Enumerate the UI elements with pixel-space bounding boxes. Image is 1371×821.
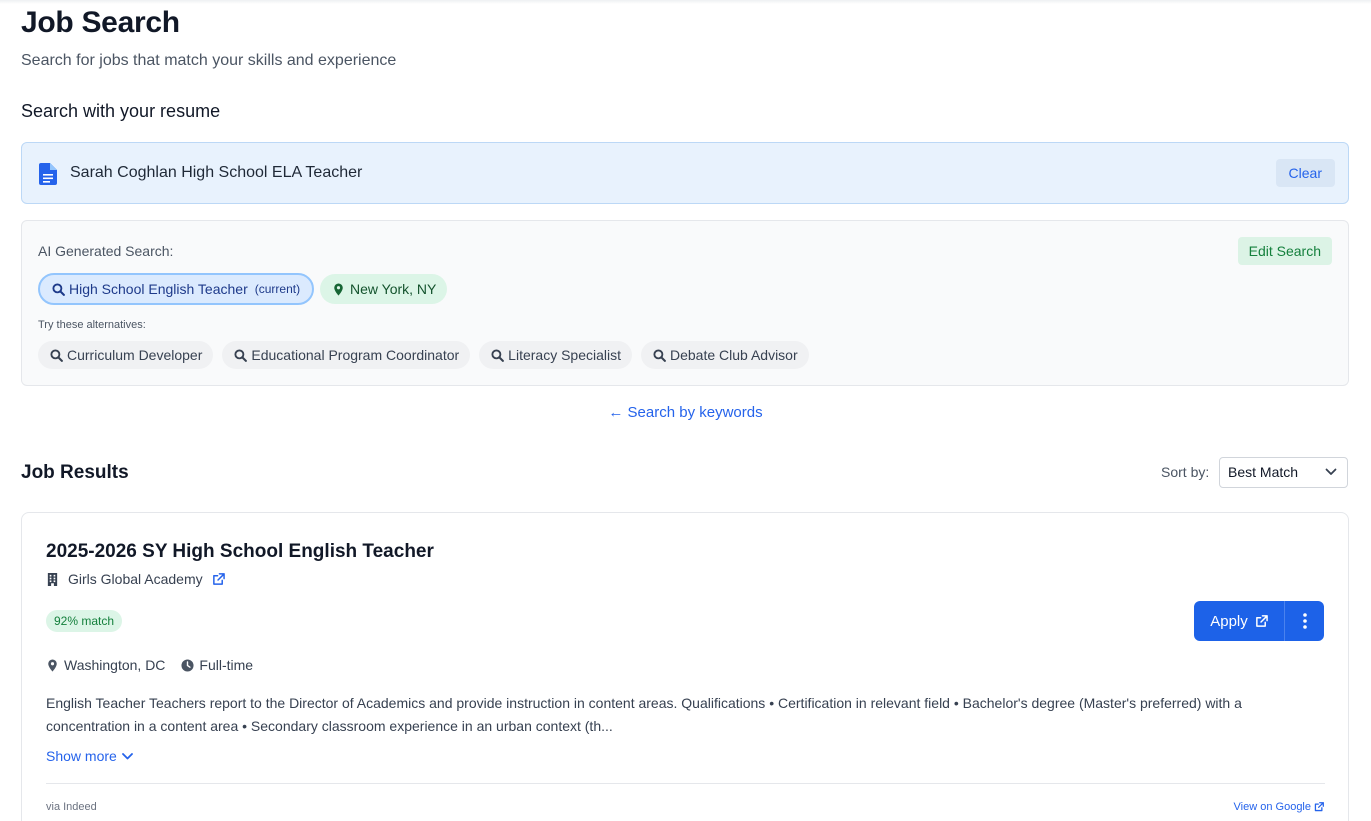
search-by-keywords-text[interactable]: ← Search by keywords xyxy=(608,404,762,421)
current-query-text: High School English Teacher xyxy=(69,281,248,297)
more-options-button[interactable] xyxy=(1284,601,1324,641)
search-by-keywords-link[interactable]: ← Search by keywords xyxy=(0,404,1371,421)
job-type-text: Full-time xyxy=(199,657,254,673)
apply-button[interactable]: Apply xyxy=(1194,601,1284,641)
alternative-chip[interactable]: Debate Club Advisor xyxy=(641,341,809,369)
alternatives-list: Curriculum Developer Educational Program… xyxy=(38,341,809,369)
chevron-down-icon xyxy=(121,752,133,759)
current-tag: (current) xyxy=(254,282,301,296)
job-location: Washington, DC xyxy=(46,657,165,673)
resume-name: Sarah Coghlan High School ELA Teacher xyxy=(70,164,363,181)
resume-section-heading: Search with your resume xyxy=(21,101,221,121)
alternative-label: Literacy Specialist xyxy=(508,347,621,363)
apply-label: Apply xyxy=(1210,612,1248,630)
job-location-text: Washington, DC xyxy=(64,657,166,673)
resume-card: Sarah Coghlan High School ELA Teacher Cl… xyxy=(21,142,1349,204)
alternative-chip[interactable]: Educational Program Coordinator xyxy=(222,341,471,369)
external-link-icon[interactable] xyxy=(212,572,225,586)
chevron-down-icon xyxy=(1325,468,1337,475)
building-icon xyxy=(47,572,58,586)
sort-label: Sort by: xyxy=(1161,464,1210,480)
clear-button[interactable]: Clear xyxy=(1275,159,1335,187)
job-meta-row: Washington, DC Full-time xyxy=(46,657,253,673)
page-title: Job Search xyxy=(21,6,180,39)
search-icon xyxy=(653,348,666,362)
company-name: Girls Global Academy xyxy=(68,571,203,587)
view-on-google-link[interactable]: View on Google xyxy=(1234,801,1324,813)
search-icon xyxy=(491,348,505,362)
search-icon xyxy=(52,282,65,296)
alternative-label: Debate Club Advisor xyxy=(670,347,798,363)
job-type: Full-time xyxy=(181,657,253,673)
more-vertical-icon xyxy=(1302,613,1307,629)
search-icon xyxy=(50,348,63,362)
alternative-label: Educational Program Coordinator xyxy=(251,347,460,363)
company-row: Girls Global Academy xyxy=(46,571,225,587)
alternative-chip[interactable]: Literacy Specialist xyxy=(479,341,632,369)
alternative-label: Curriculum Developer xyxy=(67,347,203,363)
current-query-chip[interactable]: High School English Teacher (current) xyxy=(38,273,315,305)
view-on-google-label: View on Google xyxy=(1233,801,1311,813)
document-icon xyxy=(39,163,57,185)
map-pin-icon xyxy=(334,282,343,296)
search-icon xyxy=(234,348,248,362)
location-text: New York, NY xyxy=(350,281,437,297)
show-more-label: Show more xyxy=(46,748,117,764)
job-description: English Teacher Teachers report to the D… xyxy=(46,695,1242,734)
job-card: 2025-2026 SY High School English Teacher… xyxy=(21,512,1349,821)
sort-select[interactable]: Best Match xyxy=(1219,457,1348,488)
external-link-icon xyxy=(1255,614,1268,627)
edit-search-button[interactable]: Edit Search xyxy=(1237,237,1332,265)
clock-icon xyxy=(181,658,194,672)
job-results-heading: Job Results xyxy=(21,462,129,483)
page-subtitle: Search for jobs that match your skills a… xyxy=(21,52,397,69)
alternatives-label: Try these alternatives: xyxy=(38,319,146,331)
location-chip[interactable]: New York, NY xyxy=(320,274,448,304)
top-shadow xyxy=(0,0,1371,4)
map-pin-icon xyxy=(48,658,57,672)
sort-value: Best Match xyxy=(1228,464,1299,480)
ai-search-label: AI Generated Search: xyxy=(38,243,174,259)
card-divider xyxy=(46,783,1325,784)
show-more-button[interactable]: Show more xyxy=(46,748,133,764)
external-link-icon xyxy=(1314,802,1324,812)
apply-button-group: Apply xyxy=(1194,601,1324,641)
alternative-chip[interactable]: Curriculum Developer xyxy=(38,341,214,369)
ai-search-panel: AI Generated Search: Edit Search High Sc… xyxy=(21,220,1349,386)
job-title[interactable]: 2025-2026 SY High School English Teacher xyxy=(46,541,434,563)
match-badge: 92% match xyxy=(46,610,123,632)
job-source: via Indeed xyxy=(46,801,97,813)
